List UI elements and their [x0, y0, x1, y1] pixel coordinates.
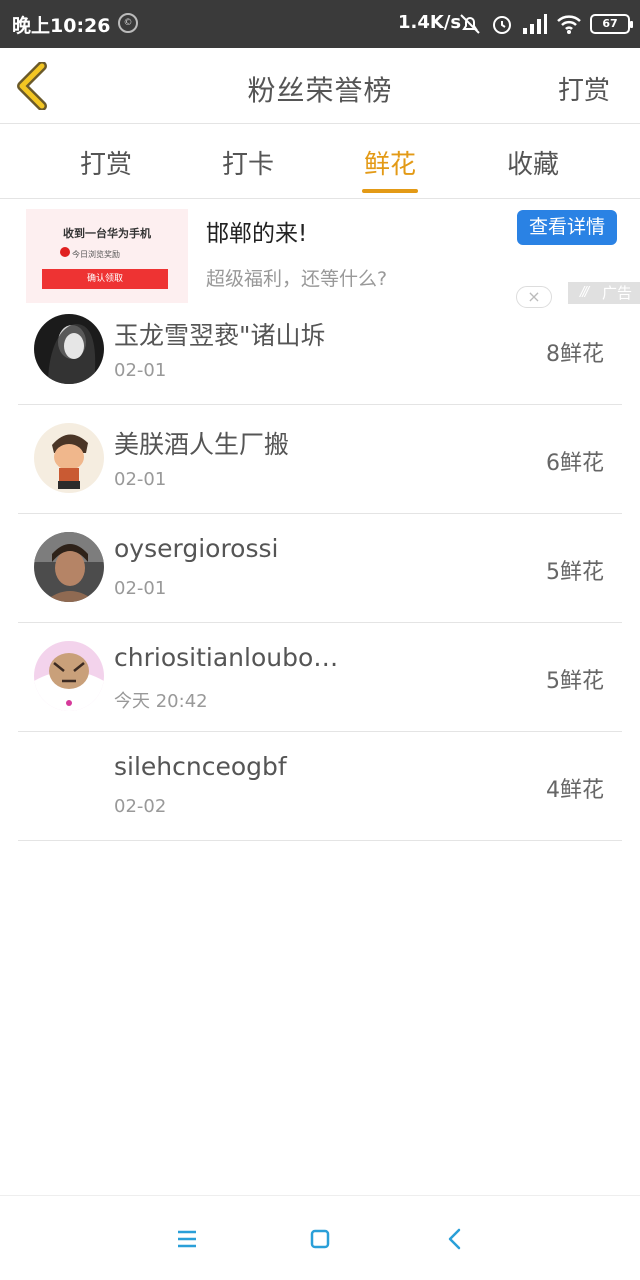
list-item[interactable]: chriositianloubo… 今天 20:42 5鲜花 [18, 623, 622, 732]
ad-thumb-subtitle: 今日浏览奖励 [72, 250, 120, 259]
ad-thumb-title: 收到一台华为手机 [63, 227, 151, 240]
user-name: 美朕酒人生厂搬 [114, 430, 290, 459]
alarm-icon [493, 16, 511, 34]
avatar-image [34, 314, 104, 384]
avatar[interactable] [34, 532, 104, 602]
notification-app-icon: © [118, 13, 138, 33]
ad-detail-button[interactable]: 查看详情 [517, 210, 617, 245]
flower-count: 8鲜花 [546, 342, 604, 367]
battery-icon: 67 [590, 14, 633, 34]
list-item[interactable]: oysergiorossi 02-01 5鲜花 [18, 514, 622, 623]
menu-icon [178, 1230, 196, 1248]
status-icons: 67 [458, 10, 633, 38]
tab-active-indicator [362, 189, 418, 193]
user-name: silehcnceogbf [114, 752, 287, 781]
user-date: 02-01 [114, 469, 167, 490]
fan-list: 玉龙雪翌亵"诸山坼 02-01 8鲜花 美朕酒人生厂搬 02-01 6鲜花 oy… [18, 296, 622, 841]
tab-flowers[interactable]: 鲜花 [340, 144, 440, 181]
home-square-icon [310, 1229, 330, 1249]
back-arrow-icon [448, 1228, 461, 1250]
status-time: 晚上10:26 [12, 15, 111, 37]
list-item[interactable]: 美朕酒人生厂搬 02-01 6鲜花 [18, 405, 622, 514]
wifi-icon [557, 15, 581, 34]
home-button[interactable] [305, 1224, 335, 1254]
avatar-image [34, 423, 104, 493]
avatar[interactable] [34, 641, 104, 711]
user-date: 02-01 [114, 360, 167, 381]
ad-banner[interactable]: 收到一台华为手机 今日浏览奖励 确认领取 邯郸的来! 超级福利，还等什么? 查看… [0, 200, 640, 310]
back-nav-button[interactable] [440, 1224, 470, 1254]
flower-count: 4鲜花 [546, 778, 604, 803]
ad-subtitle: 超级福利，还等什么? [206, 268, 388, 290]
avatar-image [34, 641, 104, 711]
user-date: 今天 20:42 [114, 691, 208, 712]
user-name: 玉龙雪翌亵"诸山坼 [114, 321, 326, 350]
user-date: 02-02 [114, 796, 167, 817]
flower-count: 5鲜花 [546, 669, 604, 694]
avatar-image [34, 532, 104, 602]
status-bar: 晚上10:26 © 1.4K/s 67 [0, 0, 640, 48]
menu-button[interactable] [172, 1224, 202, 1254]
list-item[interactable]: silehcnceogbf 02-02 4鲜花 [18, 732, 622, 841]
tab-bar: 打赏 打卡 鲜花 收藏 [0, 124, 640, 199]
user-name: chriositianloubo… [114, 643, 339, 672]
signal-icon [523, 14, 547, 34]
page-title: 粉丝荣誉榜 [247, 74, 393, 107]
ad-thumbnail[interactable]: 收到一台华为手机 今日浏览奖励 确认领取 [26, 209, 188, 303]
bell-off-icon [460, 14, 480, 34]
avatar[interactable] [34, 423, 104, 493]
list-item[interactable]: 玉龙雪翌亵"诸山坼 02-01 8鲜花 [18, 296, 622, 405]
ad-title: 邯郸的来! [206, 221, 308, 247]
tab-favorites[interactable]: 收藏 [483, 144, 583, 181]
ad-thumb-button: 确认领取 [42, 269, 168, 289]
reward-button[interactable]: 打赏 [558, 70, 610, 107]
tab-checkin[interactable]: 打卡 [198, 144, 298, 181]
flower-count: 5鲜花 [546, 560, 604, 585]
network-speed: 1.4K/s [398, 12, 462, 33]
user-date: 02-01 [114, 578, 167, 599]
avatar[interactable] [34, 314, 104, 384]
app-header: 粉丝荣誉榜 打赏 [0, 48, 640, 124]
system-nav-bar [0, 1195, 640, 1280]
flower-count: 6鲜花 [546, 451, 604, 476]
tab-reward[interactable]: 打赏 [56, 144, 156, 181]
user-name: oysergiorossi [114, 534, 279, 563]
check-icon [60, 247, 70, 257]
